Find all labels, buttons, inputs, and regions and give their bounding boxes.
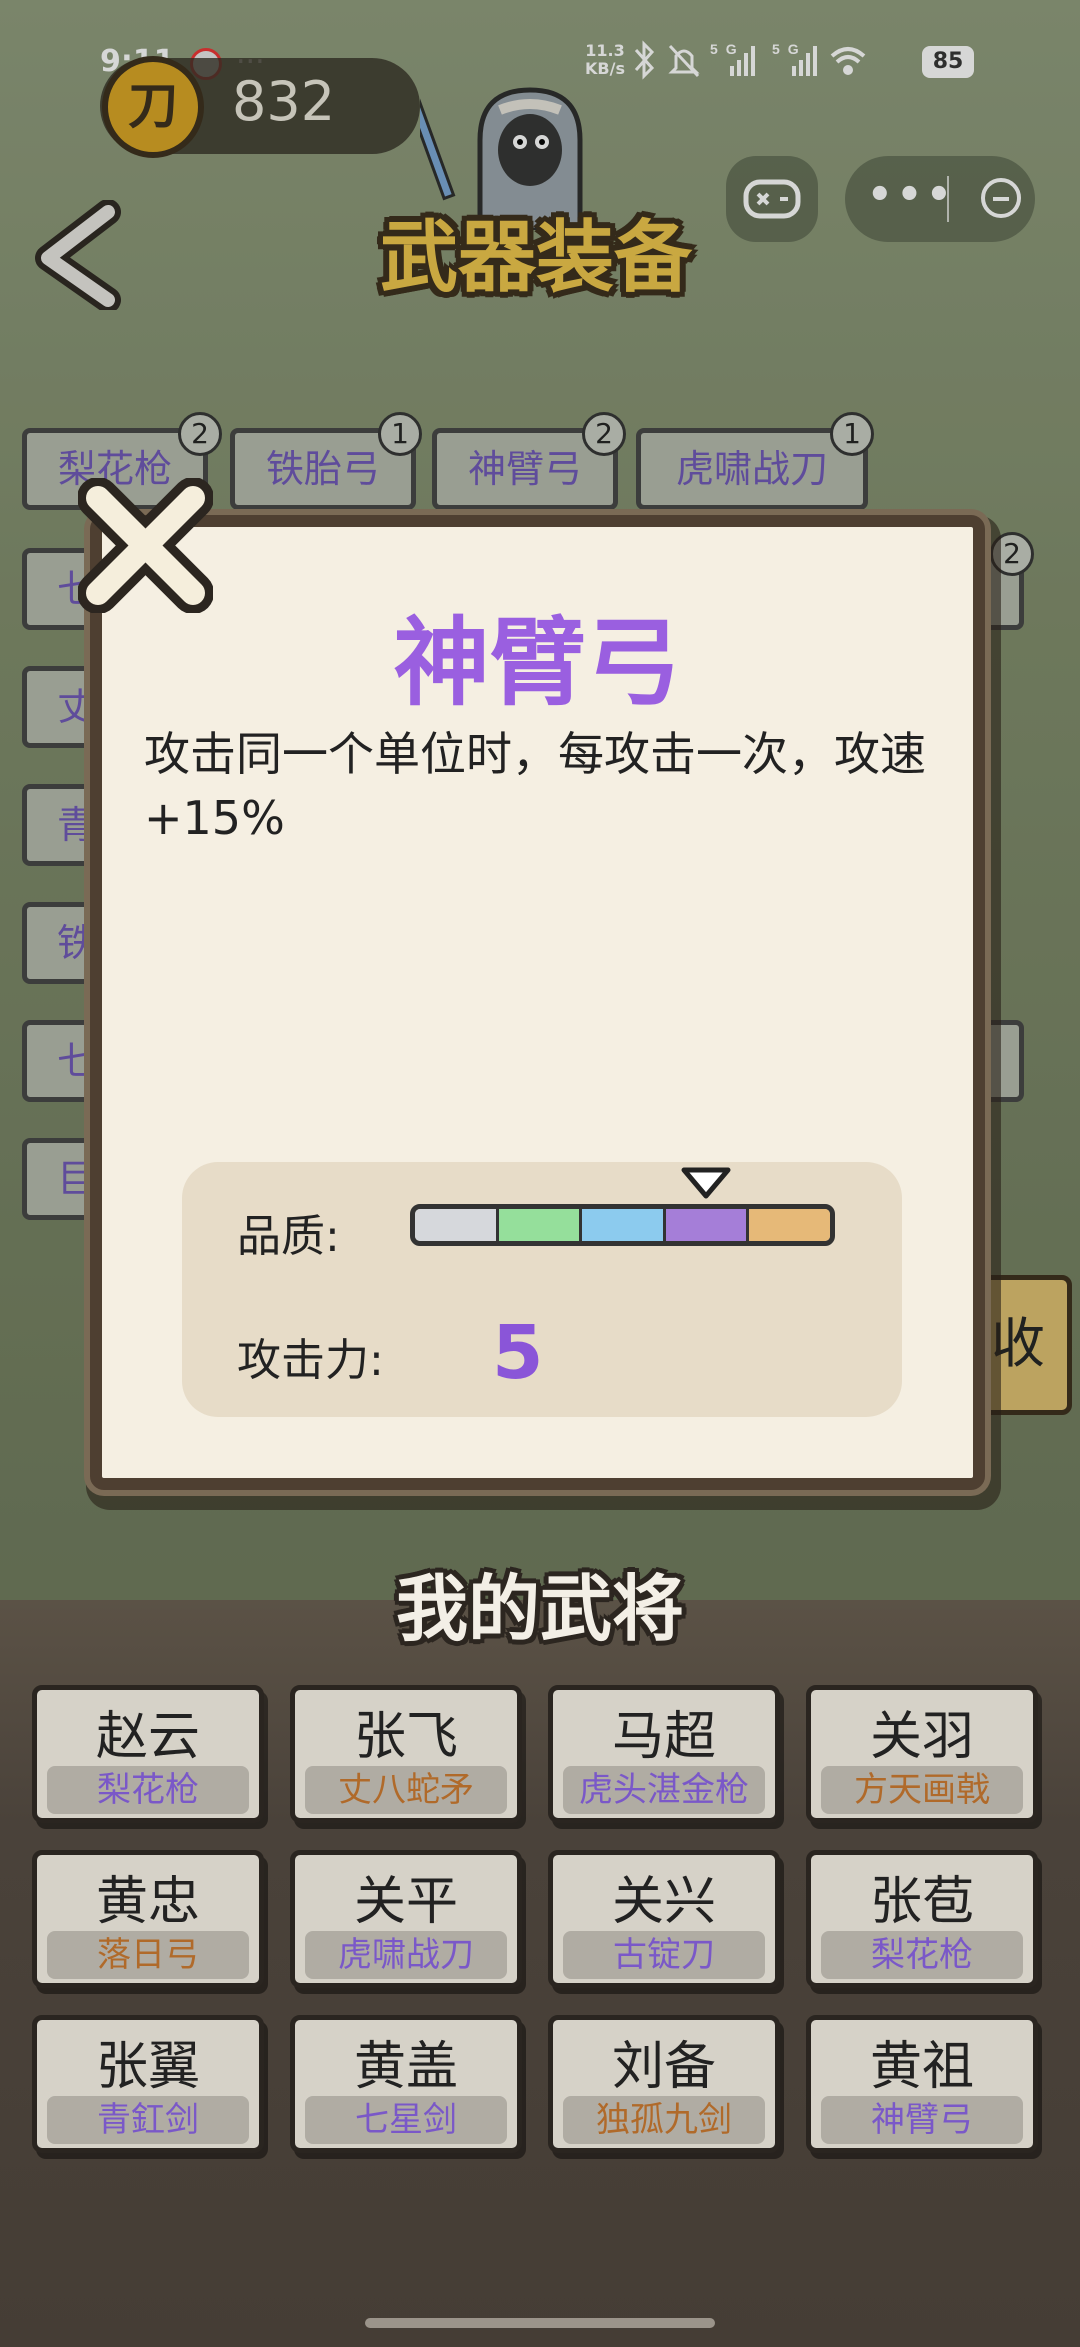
general-weapon: 梨花枪 (821, 1931, 1023, 1979)
general-name: 张翼 (95, 2037, 200, 2097)
quality-bar (410, 1204, 835, 1246)
quality-marker-icon (681, 1167, 730, 1199)
general-weapon: 虎头湛金枪 (563, 1766, 765, 1814)
general-weapon: 虎啸战刀 (305, 1931, 507, 1979)
general-card[interactable]: 赵云 梨花枪 (32, 1685, 264, 1823)
weapon-detail-dialog: 神臂弓 攻击同一个单位时，每攻击一次，攻速+15% 品质: 攻击力: 5 (90, 515, 985, 1490)
weapon-stats-panel: 品质: 攻击力: 5 (182, 1162, 902, 1417)
general-name: 赵云 (95, 1707, 200, 1767)
general-name: 刘备 (611, 2037, 716, 2097)
general-name: 黄盖 (353, 2037, 458, 2097)
general-name: 张苞 (869, 1872, 974, 1932)
general-name: 张飞 (353, 1707, 458, 1767)
general-card[interactable]: 黄盖 七星剑 (290, 2015, 522, 2153)
general-name: 马超 (611, 1707, 716, 1767)
general-card[interactable]: 黄忠 落日弓 (32, 1850, 264, 1988)
general-name: 关平 (353, 1872, 458, 1932)
general-name: 关羽 (869, 1707, 974, 1767)
general-weapon: 古锭刀 (563, 1931, 765, 1979)
quality-label: 品质: (237, 1211, 340, 1262)
weapon-description: 攻击同一个单位时，每攻击一次，攻速+15% (144, 727, 926, 845)
general-card[interactable]: 关平 虎啸战刀 (290, 1850, 522, 1988)
attack-label: 攻击力: (237, 1335, 384, 1386)
general-card[interactable]: 张翼 青釭剑 (32, 2015, 264, 2153)
quality-segment (415, 1209, 499, 1241)
quality-segment (749, 1209, 830, 1241)
close-icon[interactable] (78, 478, 213, 613)
general-card[interactable]: 马超 虎头湛金枪 (548, 1685, 780, 1823)
quality-segment (582, 1209, 666, 1241)
general-weapon: 梨花枪 (47, 1766, 249, 1814)
general-weapon: 七星剑 (305, 2096, 507, 2144)
quality-segment (498, 1209, 583, 1241)
general-card[interactable]: 刘备 独孤九剑 (548, 2015, 780, 2153)
general-name: 黄忠 (95, 1872, 200, 1932)
general-weapon: 神臂弓 (821, 2096, 1023, 2144)
weapon-name: 神臂弓 (393, 607, 682, 719)
general-card[interactable]: 张苞 梨花枪 (806, 1850, 1038, 1988)
general-card[interactable]: 张飞 丈八蛇矛 (290, 1685, 522, 1823)
general-card[interactable]: 黄祖 神臂弓 (806, 2015, 1038, 2153)
general-weapon: 方天画戟 (821, 1766, 1023, 1814)
general-weapon: 落日弓 (47, 1931, 249, 1979)
general-weapon: 丈八蛇矛 (305, 1766, 507, 1814)
attack-value: 5 (492, 1310, 544, 1396)
general-name: 黄祖 (869, 2037, 974, 2097)
general-card[interactable]: 关兴 古锭刀 (548, 1850, 780, 1988)
general-name: 关兴 (611, 1872, 716, 1932)
general-card[interactable]: 关羽 方天画戟 (806, 1685, 1038, 1823)
generals-section-title: 我的武将 (395, 1567, 684, 1651)
home-indicator[interactable] (365, 2318, 715, 2328)
general-weapon: 青釭剑 (47, 2096, 249, 2144)
quality-segment (665, 1209, 750, 1241)
general-weapon: 独孤九剑 (563, 2096, 765, 2144)
